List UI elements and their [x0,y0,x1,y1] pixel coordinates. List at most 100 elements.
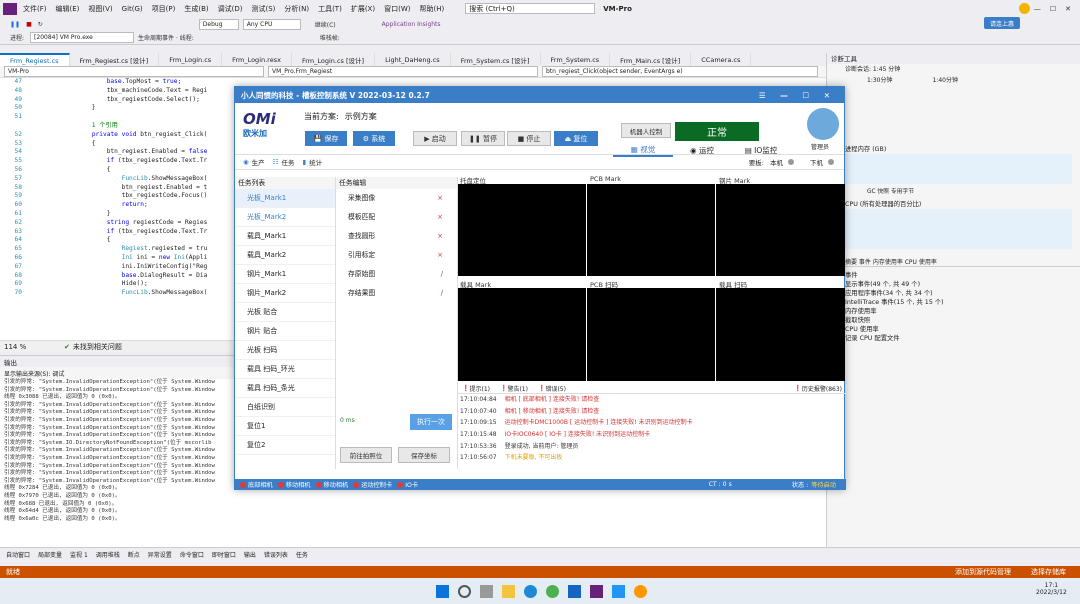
log-tab-history[interactable]: 历史报警(863) [802,384,842,393]
restart-icon[interactable]: ↻ [38,21,43,28]
vmpro-taskbar-icon[interactable] [612,584,625,598]
camera-view-steel-mark[interactable] [716,184,845,276]
menu-item[interactable]: 窗口(W) [384,4,410,14]
start-button[interactable]: ▶ 启动 [413,131,457,146]
bottom-tab[interactable]: 自动窗口 [6,550,30,559]
maximize-icon[interactable]: ☐ [1050,5,1056,13]
search-input[interactable]: 搜索 (Ctrl+Q) [465,3,596,14]
document-tab[interactable]: CCamera.cs [691,53,752,66]
menu-item[interactable]: 生成(B) [184,4,208,14]
menu-item[interactable]: 帮助(H) [419,4,444,14]
camera-view-tray[interactable] [458,184,586,276]
camera-view-pcb-mark[interactable] [587,184,715,276]
diag-tabs[interactable]: 摘要 事件 内存使用率 CPU 使用率 [827,257,1080,267]
class-dropdown[interactable]: VM_Pro.Frm_Regiest [268,66,538,77]
task-item[interactable]: 钢片_Mark1 [235,265,335,284]
clock[interactable]: 17:1 2022/3/12 [1036,582,1067,596]
insights-button[interactable]: Application Insights [382,21,441,28]
menu-item[interactable]: 扩展(X) [351,4,375,14]
close-icon[interactable]: ✕ [1065,5,1071,13]
menu-item[interactable]: 工具(T) [318,4,342,14]
camera-view-pcb-scan[interactable] [587,288,715,381]
tab-motion[interactable]: ◉ 运控 [673,145,731,156]
sub-task[interactable]: 任务 [282,157,295,167]
task-item[interactable]: 载具_Mark1 [235,227,335,246]
edit-item[interactable]: 引用标定 × [336,246,457,265]
bottom-tab[interactable]: 监视 1 [70,550,88,559]
repo-button[interactable]: 选择存储库 [1031,567,1066,577]
system-button[interactable]: ⚙ 系统 [353,131,395,146]
task-item[interactable]: 光板 扫码 [235,341,335,360]
document-tab[interactable]: Frm_System.cs [设计] [451,53,541,66]
task-item[interactable]: 钢片 贴合 [235,322,335,341]
edit-item[interactable]: 采集图像 × [336,189,457,208]
edit-item[interactable]: 查找圆形 × [336,227,457,246]
bottom-tab[interactable]: 命令窗口 [180,550,204,559]
task-item[interactable]: 白纸识别 [235,398,335,417]
stop-button[interactable]: ■ 停止 [507,131,551,146]
edit-item[interactable]: 存原始图 / [336,265,457,284]
document-tab[interactable]: Frm_Login.cs [159,53,223,66]
bottom-tab[interactable]: 断点 [128,550,140,559]
bottom-tab[interactable]: 错误列表 [264,550,288,559]
stop-debug-icon[interactable]: ■ [26,21,32,28]
continue-button[interactable]: 继续(C) [315,20,336,29]
search-taskbar-icon[interactable] [458,584,471,598]
pause-button[interactable]: ❚❚ 暂停 [461,131,505,146]
tab-io[interactable]: ▤ IO监控 [731,145,791,156]
bottom-tab[interactable]: 输出 [244,550,256,559]
browser-icon[interactable] [546,584,559,598]
bottom-tab[interactable]: 即时窗口 [212,550,236,559]
save-coord-button[interactable]: 保存坐标 [398,447,450,463]
document-tab[interactable]: Frm_Regiest.cs [设计] [70,53,160,66]
task-item[interactable]: 复位1 [235,417,335,436]
project-dropdown[interactable]: VM-Pro [4,66,264,77]
sub-stats[interactable]: 统计 [309,157,322,167]
explorer-icon[interactable] [502,584,515,598]
task-item[interactable]: 光板_Mark2 [235,208,335,227]
bottom-tab[interactable]: 异常设置 [148,550,172,559]
user-avatar[interactable] [1018,3,1030,14]
menu-item[interactable]: 项目(P) [152,4,176,14]
goto-photo-button[interactable]: 前往拍照位 [340,447,392,463]
task-item[interactable]: 光板 贴合 [235,303,335,322]
source-control-button[interactable]: 添加到源代码管理 [955,567,1011,577]
document-tab[interactable]: Frm_Login.resx [222,53,292,66]
log-tab-info[interactable]: 提示(1) [469,384,490,393]
camera-view-carrier-scan[interactable] [716,288,845,381]
reset-button[interactable]: ⏏ 复位 [554,131,598,146]
document-tab[interactable]: Frm_Main.cs [设计] [610,53,692,66]
menu-item[interactable]: Git(G) [122,5,143,13]
edit-item[interactable]: 存结果图 / [336,284,457,303]
taskview-icon[interactable] [480,584,493,598]
chrome-icon[interactable] [634,584,647,598]
task-item[interactable]: 钢片_Mark2 [235,284,335,303]
menu-item[interactable]: 调试(D) [218,4,243,14]
method-dropdown[interactable]: btn_regiest_Click(object sender, EventAr… [542,66,818,77]
bottom-tab[interactable]: 调用堆栈 [96,550,120,559]
menu-item[interactable]: 测试(S) [251,4,275,14]
task-item[interactable]: 复位2 [235,436,335,455]
document-tab[interactable]: Frm_System.cs [541,53,611,66]
user-avatar-icon[interactable] [807,108,839,140]
task-item[interactable]: 载具_Mark2 [235,246,335,265]
bottom-tab[interactable]: 任务 [296,550,308,559]
task-item[interactable]: 载具 扫码_环光 [235,360,335,379]
share-button[interactable]: 请连上惠 [984,17,1020,29]
edge-icon[interactable] [524,584,537,598]
process-select[interactable]: [20084] VM Pro.exe [30,32,135,43]
robot-control-button[interactable]: 机器人控制 [621,123,671,138]
log-tab-error[interactable]: 错误(5) [545,384,566,393]
tab-vision[interactable]: ▦ 视觉 [613,144,673,157]
document-tab[interactable]: Frm_Login.cs [设计] [292,53,376,66]
sub-production[interactable]: 生产 [252,157,265,167]
zoom-level[interactable]: 114 % [4,343,44,351]
config-select[interactable]: Debug [198,18,239,30]
menu-item[interactable]: 编辑(E) [56,4,80,14]
pause-debug-icon[interactable]: ❚❚ [10,21,20,28]
menu-item[interactable]: 视图(V) [88,4,112,14]
task-item[interactable]: 光板_Mark1 [235,189,335,208]
platform-select[interactable]: Any CPU [242,18,301,30]
document-tab[interactable]: Light_DaHeng.cs [375,53,451,66]
app-window-controls[interactable]: ☰ — ☐ ✕ [759,91,836,100]
